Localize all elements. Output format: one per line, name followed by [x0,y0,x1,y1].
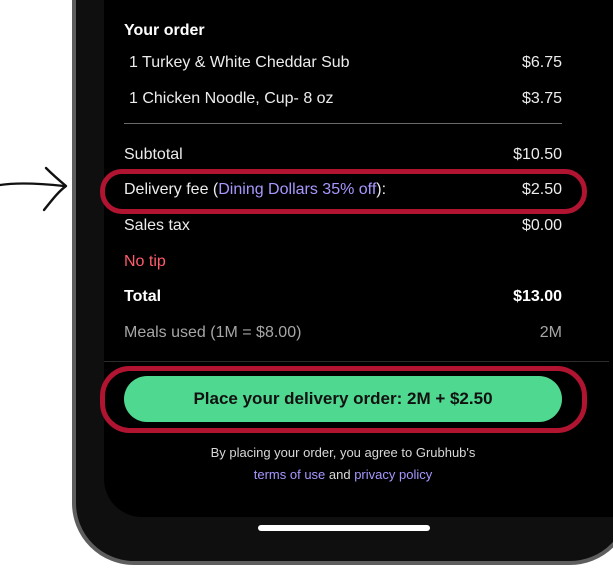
sales-tax-label: Sales tax [124,217,190,234]
screenshot-stage: Your order 1 Turkey & White Cheddar Sub … [0,0,613,571]
footer-divider [104,361,609,362]
order-title: Your order [124,22,205,39]
delivery-fee-value: $2.50 [521,181,562,198]
terms-of-use-link[interactable]: terms of use [254,467,326,482]
total-label: Total [124,288,162,305]
meals-used-label: Meals used (1M = $8.00) [124,324,302,341]
order-item-name: 1 Chicken Noodle, Cup- 8 oz [129,90,334,107]
dining-dollars-discount: Dining Dollars 35% off [218,181,377,198]
legal-links: terms of use and privacy policy [124,467,562,482]
subtotal-row: Subtotal $10.50 [124,146,562,168]
place-order-button[interactable]: Place your delivery order: 2M + $2.50 [124,376,562,422]
order-item: 1 Chicken Noodle, Cup- 8 oz $3.75 [124,90,562,112]
order-item-price: $6.75 [521,54,562,71]
delivery-fee-row: Delivery fee (Dining Dollars 35% off): $… [124,181,562,203]
delivery-fee-suffix: ): [376,181,387,198]
subtotal-label: Subtotal [124,146,183,163]
arrow-annotation-icon [0,166,68,212]
order-item-name: 1 Turkey & White Cheddar Sub [129,54,350,71]
home-indicator[interactable] [258,525,430,531]
items-divider [124,123,562,124]
agreement-text: By placing your order, you agree to Grub… [210,445,476,460]
order-item: 1 Turkey & White Cheddar Sub $6.75 [124,54,562,76]
delivery-fee-label: Delivery fee (Dining Dollars 35% off): [124,181,386,199]
no-tip-label[interactable]: No tip [124,253,166,271]
meals-used-row: Meals used (1M = $8.00) 2M [124,324,562,346]
tip-row[interactable]: No tip [124,253,562,275]
total-value: $13.00 [513,288,562,305]
meals-used-value: 2M [539,324,562,341]
legal-and-text: and [325,467,355,482]
delivery-fee-prefix: Delivery fee ( [124,181,219,198]
order-item-price: $3.75 [521,90,562,107]
privacy-policy-link[interactable]: privacy policy [354,467,432,482]
subtotal-value: $10.50 [513,146,562,163]
sales-tax-value: $0.00 [521,217,562,234]
sales-tax-row: Sales tax $0.00 [124,217,562,239]
total-row: Total $13.00 [124,288,562,310]
